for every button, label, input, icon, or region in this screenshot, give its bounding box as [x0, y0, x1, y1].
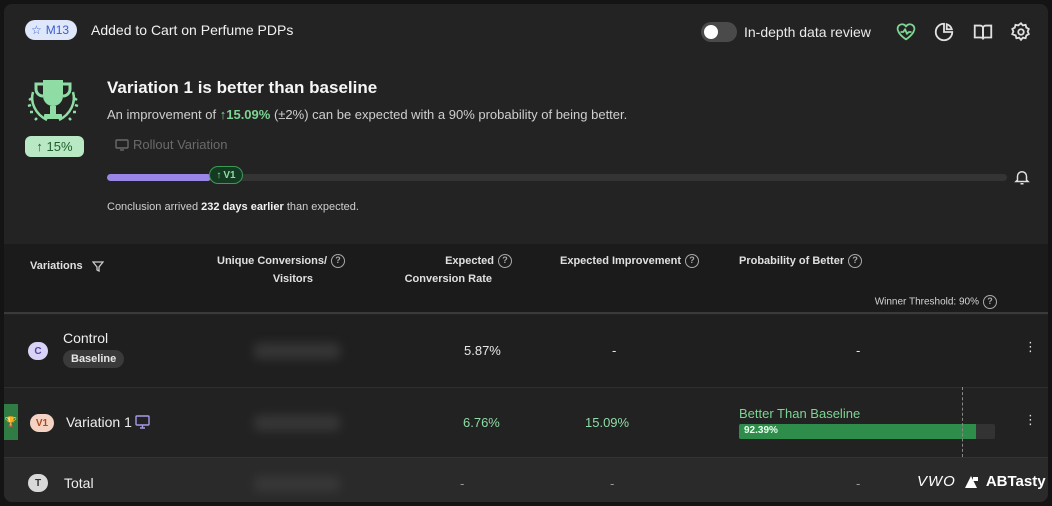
probability-label: Probability of Better — [739, 255, 845, 267]
total-tag: T — [28, 474, 48, 492]
winner-threshold-line — [962, 387, 963, 457]
variation-rate: 6.76% — [463, 415, 500, 430]
winner-threshold-label: Winner Threshold: 90% — [874, 296, 979, 308]
toggle-knob — [704, 25, 718, 39]
table-row-variation-1[interactable]: 🏆 V1 Variation 1 6.76% 15.09% Better Tha… — [4, 387, 1048, 457]
control-improvement: - — [612, 343, 617, 358]
filter-icon[interactable] — [91, 260, 104, 272]
control-tag: C — [28, 342, 48, 360]
control-rate: 5.87% — [464, 343, 501, 358]
variations-header-label: Variations — [30, 260, 83, 272]
improvement-pill: ↑ 15% — [25, 136, 84, 157]
result-headline: Variation 1 is better than baseline — [107, 78, 378, 97]
baseline-badge: Baseline — [63, 350, 125, 368]
v1-progress-marker[interactable]: ↑ V1 — [209, 166, 243, 184]
subtext-suffix: (±2%) can be expected with a 90% probabi… — [273, 107, 628, 122]
blurred-conversions — [254, 415, 340, 431]
book-icon[interactable] — [972, 21, 994, 43]
abtasty-logo: ABTasty — [985, 473, 1046, 490]
ab-mark-icon — [964, 475, 978, 488]
unique-conversions-header: Unique Conversions/? Visitors — [217, 252, 346, 288]
probability-status: Better Than Baseline — [739, 406, 861, 421]
total-rate: - — [460, 476, 465, 491]
vwo-logo: VWO — [917, 473, 956, 490]
conclusion-prefix: Conclusion arrived — [107, 201, 199, 213]
subtext-prefix: An improvement of — [107, 107, 217, 122]
conversion-rate-label: Conversion Rate — [404, 273, 492, 285]
expected-improvement-label: Expected Improvement — [560, 255, 682, 267]
row-menu-icon[interactable]: ⋮ — [1024, 413, 1037, 426]
total-probability: - — [856, 476, 861, 491]
help-icon[interactable]: ? — [848, 254, 863, 269]
star-icon: ☆ — [31, 23, 42, 37]
goal-badge[interactable]: ☆ M13 — [25, 20, 78, 40]
gear-icon[interactable] — [1010, 21, 1032, 43]
expected-improvement-header: Expected Improvement? — [560, 252, 700, 270]
variations-column-header[interactable]: Variations — [30, 257, 104, 275]
variation-name: Variation 1 — [66, 414, 132, 430]
health-heart-icon[interactable] — [895, 21, 917, 43]
conclusion-suffix: than expected. — [286, 201, 359, 213]
probability-bar: 92.39% — [739, 424, 995, 439]
trophy-icon — [27, 80, 79, 122]
variation-tag: V1 — [30, 414, 54, 432]
result-subtext: An improvement of ↑15.09% (±2%) can be e… — [107, 107, 627, 122]
control-probability: - — [856, 343, 861, 358]
conclusion-progress-fill — [107, 174, 211, 181]
blurred-conversions — [254, 476, 340, 492]
help-icon[interactable]: ? — [498, 254, 512, 269]
in-depth-toggle-label: In-depth data review — [744, 24, 871, 40]
brand-logos: VWO ABTasty — [917, 473, 1046, 490]
conclusion-highlight: 232 days earlier — [201, 201, 284, 213]
table-row-total: T Total - - - — [4, 457, 1048, 502]
improvement-value: ↑15.09% — [219, 107, 271, 122]
expected-rate-header: Expected? Conversion Rate — [402, 252, 512, 288]
arrow-up-icon: ↑ — [216, 169, 222, 181]
expected-label: Expected — [445, 255, 494, 267]
unique-conversions-label: Unique Conversions/ — [217, 255, 328, 267]
monitor-icon — [115, 138, 129, 151]
preview-monitor-icon[interactable] — [135, 415, 150, 429]
blurred-conversions — [254, 343, 340, 359]
results-header: ☆ M13 Added to Cart on Perfume PDPs In-d… — [4, 4, 1048, 246]
rollout-variation-button[interactable]: Rollout Variation — [115, 137, 227, 152]
help-icon[interactable]: ? — [685, 254, 700, 269]
table-row-control[interactable]: C Control Baseline 5.87% - - ⋮ — [4, 315, 1048, 387]
in-depth-toggle[interactable] — [701, 22, 737, 42]
probability-header: Probability of Better? — [739, 252, 863, 270]
goal-badge-label: M13 — [45, 23, 70, 37]
row-menu-icon[interactable]: ⋮ — [1024, 340, 1037, 353]
variation-improvement: 15.09% — [585, 415, 630, 430]
control-name: Control — [63, 330, 109, 346]
goal-title: Added to Cart on Perfume PDPs — [91, 22, 294, 38]
results-panel: ☆ M13 Added to Cart on Perfume PDPs In-d… — [4, 4, 1048, 502]
total-improvement: - — [610, 476, 615, 491]
winner-threshold: Winner Threshold: 90%? — [875, 295, 997, 309]
winner-trophy-icon: 🏆 — [4, 404, 18, 440]
bell-icon[interactable] — [1013, 168, 1031, 186]
marker-label: V1 — [223, 169, 236, 181]
help-icon[interactable]: ? — [983, 295, 997, 309]
help-icon[interactable]: ? — [331, 254, 346, 269]
conclusion-text: Conclusion arrived 232 days earlier than… — [107, 201, 359, 213]
total-name: Total — [64, 475, 94, 491]
pie-chart-icon[interactable] — [933, 21, 955, 43]
probability-value: 92.39% — [744, 425, 778, 436]
rollout-label: Rollout Variation — [133, 137, 228, 152]
visitors-label: Visitors — [272, 273, 313, 285]
